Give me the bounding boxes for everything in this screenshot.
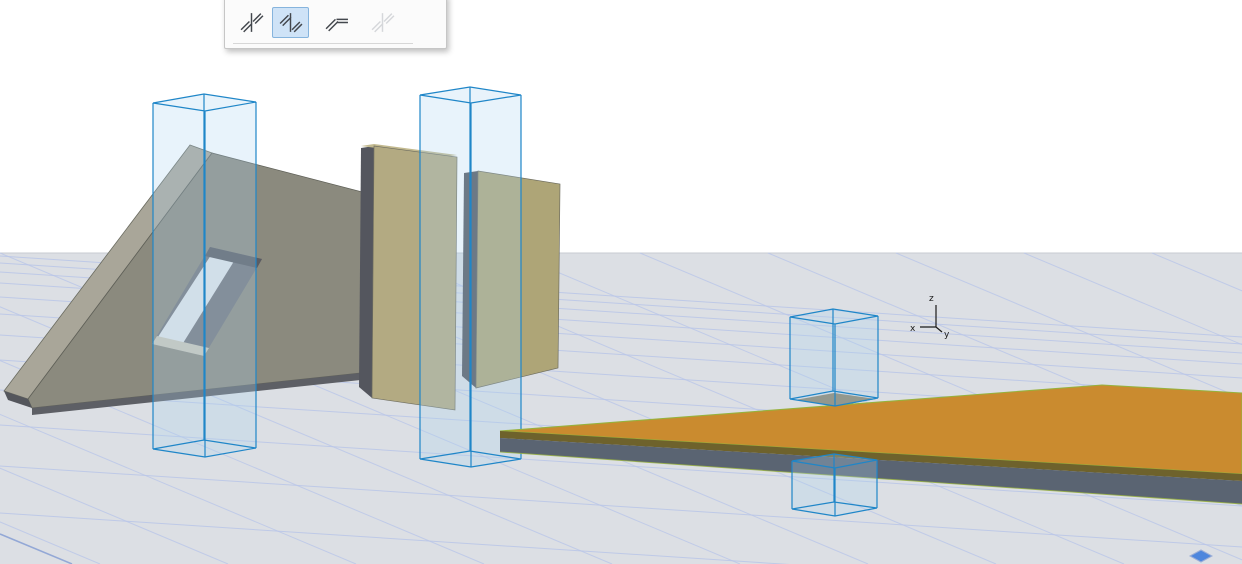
pet-palette-button-junction-2[interactable]: [272, 7, 309, 38]
axis-label-z: z: [929, 294, 934, 304]
wall-junction-icon-3: [325, 18, 348, 32]
pet-palette-row: [225, 0, 446, 38]
axis-label-x: x: [910, 324, 916, 334]
pet-palette[interactable]: [224, 0, 447, 49]
wall-junction-icon-4-strokes: [371, 13, 395, 33]
selected-column-right-lower[interactable]: [791, 453, 878, 517]
pet-palette-button-junction-4: [364, 7, 401, 38]
pet-palette-button-junction-1[interactable]: [233, 7, 270, 38]
wall-junction-icon-2-strokes: [279, 13, 303, 33]
wall-junction-icon-2: [279, 13, 303, 33]
wall-junction-icon-1: [240, 13, 264, 33]
3d-viewport[interactable]: z x y: [0, 0, 1242, 564]
wall-junction-icon-3-strokes: [325, 18, 348, 32]
wall-junction-icon-1-strokes: [240, 13, 264, 33]
wall-junction-icon-4: [371, 13, 395, 33]
selected-column-right-upper[interactable]: [789, 308, 879, 407]
panel-left-edge-face: [359, 146, 374, 398]
archicad-3d-window: z x y: [0, 0, 1242, 564]
selected-column-left[interactable]: [152, 93, 257, 458]
pet-palette-button-junction-3[interactable]: [318, 7, 355, 38]
axis-label-y: y: [944, 330, 950, 340]
pet-palette-separator: [233, 43, 413, 44]
selected-column-middle[interactable]: [419, 86, 522, 468]
